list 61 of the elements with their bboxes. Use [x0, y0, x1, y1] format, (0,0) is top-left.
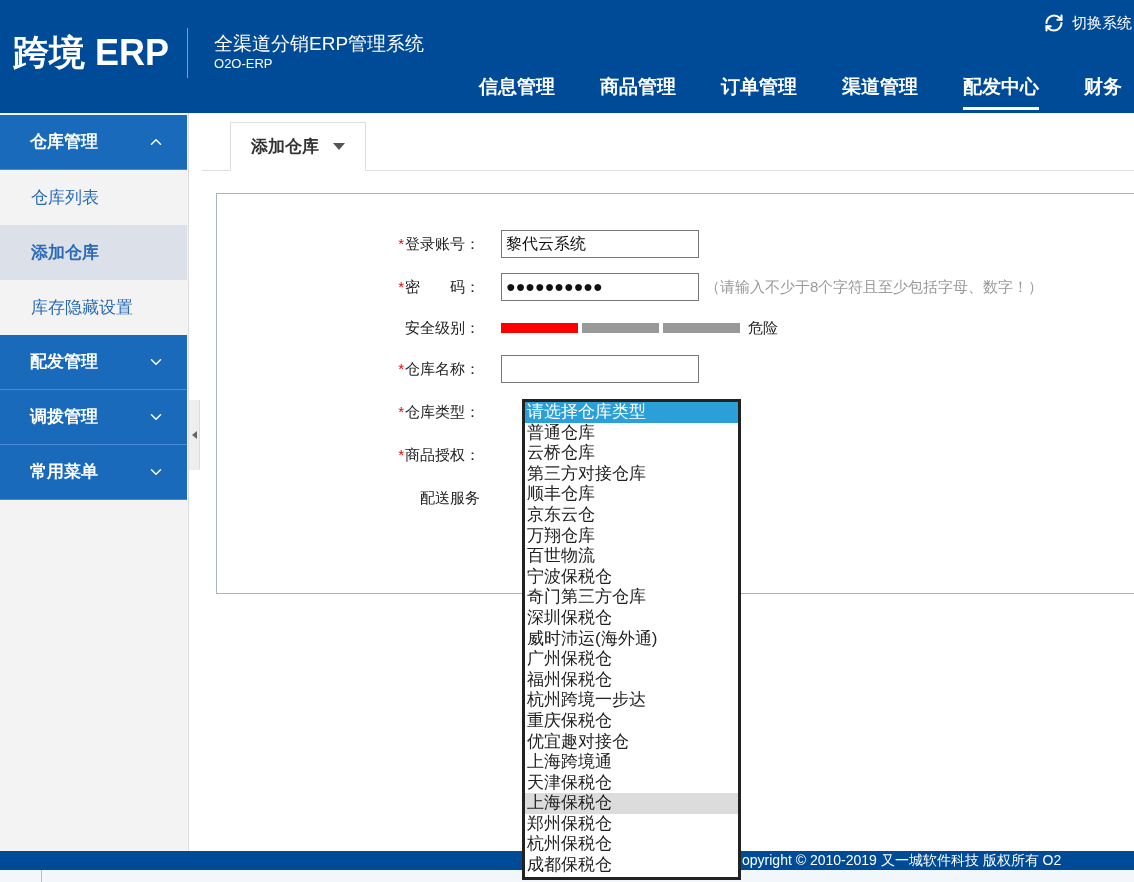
input-field[interactable]: 黎代云系统	[501, 230, 699, 258]
required-mark: *	[398, 358, 404, 379]
listbox-option[interactable]: 优宜趣对接仓	[525, 731, 738, 753]
sidebar-group[interactable]: 调拨管理	[0, 390, 187, 445]
refresh-icon	[1044, 13, 1064, 34]
nav-tab[interactable]: 财务	[1084, 72, 1122, 110]
nav-tab[interactable]: 商品管理	[600, 72, 676, 110]
listbox-option[interactable]: 天津保税仓	[525, 772, 738, 794]
field-label: 登录账号：	[405, 233, 480, 254]
logo: 跨境 ERP	[13, 30, 170, 75]
field-label: 配送服务	[420, 487, 480, 508]
field-label: 安全级别：	[405, 317, 480, 338]
system-title: 全渠道分销ERP管理系统	[214, 31, 425, 56]
nav-tab[interactable]: 渠道管理	[842, 72, 918, 110]
listbox-option[interactable]: 深圳保税仓	[525, 607, 738, 629]
listbox-option[interactable]: 百世物流	[525, 546, 738, 567]
listbox-option[interactable]: 第三方对接仓库	[525, 463, 738, 485]
listbox-option[interactable]: 万翔仓库	[525, 525, 738, 547]
required-mark: *	[398, 276, 404, 297]
copyright-text: opyright © 2010-2019 又一城软件科技 版权所有 O2	[742, 851, 1062, 870]
listbox-option[interactable]: 成都保税仓	[525, 855, 738, 876]
sidebar-item[interactable]: 添加仓库	[0, 225, 187, 280]
listbox-option[interactable]: 广州保税仓	[525, 649, 738, 670]
required-mark: *	[398, 401, 404, 422]
input-field[interactable]	[501, 355, 699, 383]
listbox-option[interactable]: 奇门第三方仓库	[525, 587, 738, 608]
listbox-option[interactable]: 杭州保税仓	[525, 834, 738, 856]
switch-system-link[interactable]: 切换系统	[1072, 12, 1132, 35]
field-label: 仓库名称：	[405, 358, 480, 379]
listbox-option[interactable]: 福州保税仓	[525, 669, 738, 691]
listbox-option[interactable]: 上海跨境通	[525, 752, 738, 773]
listbox-option[interactable]: 顺丰仓库	[525, 484, 738, 505]
warehouse-type-listbox[interactable]: 请选择仓库类型 普通仓库 云桥仓库 第三方对接仓库 顺丰仓库 京东云仓 万翔仓库 百世物流 宁波保税仓 奇门第三方仓库 深圳保税仓 威时沛运(海外通) 广州保税仓 福州保税仓 杭州跨境一步达 重庆保税仓 优宜趣对接仓 上海跨境通 天津保税仓 上海保税仓 郑州保税仓 杭州保税仓 成都保税仓	[522, 399, 741, 880]
collapse-handle[interactable]	[189, 400, 200, 470]
listbox-option[interactable]: 杭州跨境一步达	[525, 690, 738, 711]
listbox-option[interactable]: 宁波保税仓	[525, 566, 738, 588]
nav-tab[interactable]: 订单管理	[721, 72, 797, 110]
field-label: 仓库类型：	[405, 401, 480, 422]
sidebar-group[interactable]: 配发管理	[0, 335, 187, 390]
field-label: 密 码：	[405, 276, 480, 297]
listbox-option[interactable]: 云桥仓库	[525, 443, 738, 464]
password-hint: （请输入不少于8个字符且至少包括字母、数字！）	[705, 276, 1044, 297]
sidebar-group[interactable]: 常用菜单	[0, 445, 187, 500]
listbox-option[interactable]: 威时沛运(海外通)	[525, 628, 738, 650]
strength-reading: 危险	[748, 317, 778, 338]
required-mark: *	[398, 233, 404, 254]
listbox-option[interactable]: 重庆保税仓	[525, 710, 738, 732]
listbox-option[interactable]: 郑州保税仓	[525, 813, 738, 835]
caret-left-icon	[191, 431, 197, 439]
field-label: 商品授权：	[405, 444, 480, 465]
sidebar-group[interactable]: 仓库管理	[0, 115, 187, 170]
system-subtitle: O2O-ERP	[214, 55, 274, 72]
nav-tab[interactable]: 配发中心	[963, 72, 1039, 110]
listbox-option[interactable]: 上海保税仓	[525, 793, 738, 814]
page-tab[interactable]: 添加仓库	[230, 122, 366, 171]
listbox-option[interactable]: 京东云仓	[525, 504, 738, 526]
required-mark: *	[398, 444, 404, 465]
caret-down-icon	[333, 143, 345, 150]
listbox-option[interactable]: 普通仓库	[525, 422, 738, 444]
nav-tab[interactable]: 信息管理	[479, 72, 555, 110]
password-field[interactable]: ●●●●●●●●●●	[501, 273, 699, 301]
